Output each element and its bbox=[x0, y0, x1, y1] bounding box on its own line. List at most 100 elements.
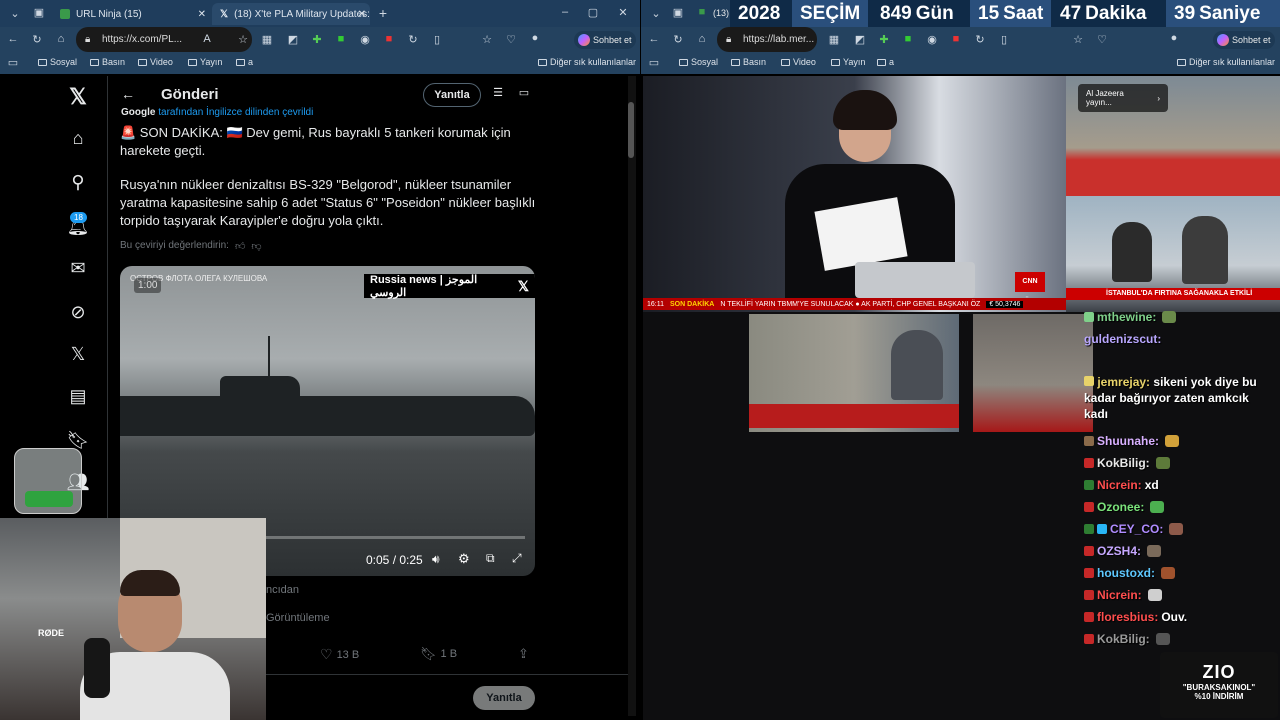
extension-icon-6[interactable]: ■ bbox=[382, 33, 396, 45]
extension-icon-1[interactable]: ▦ bbox=[827, 33, 841, 46]
close-window-icon[interactable]: ✕ bbox=[616, 6, 630, 19]
like-button[interactable]: ♡ 13 B bbox=[320, 646, 359, 663]
bookmark-basin[interactable]: Basın bbox=[731, 57, 766, 67]
reply-button-top[interactable]: Yanıtla bbox=[423, 83, 481, 107]
grok-icon[interactable]: ⊘ bbox=[66, 302, 90, 323]
aljazeera-overlay[interactable]: Al Jazeera yayın... › bbox=[1078, 84, 1168, 112]
cnn-stream[interactable]: CNN TÜRK 16:11 SON DAKİKA N TEKLİFİ YARI… bbox=[643, 76, 1066, 312]
home-icon[interactable]: ⌂ bbox=[695, 33, 709, 45]
tab-favicon-icon bbox=[60, 9, 70, 19]
translated-from[interactable]: tarafından İngilizce dilinden çevrildi bbox=[158, 107, 313, 118]
refresh-icon[interactable]: ↻ bbox=[30, 33, 44, 46]
address-bar[interactable]: 🔒︎ https://lab.mer... bbox=[717, 27, 817, 52]
reader-icon[interactable]: ▭ bbox=[517, 86, 531, 99]
side-news-stream[interactable]: İSTANBUL'DA FIRTINA SAĞANAKLA ETKİLİ bbox=[1066, 196, 1280, 312]
extension-icon-2[interactable]: ◩ bbox=[853, 33, 867, 46]
refresh-ext-icon[interactable]: ↻ bbox=[973, 33, 987, 46]
share-icon[interactable]: ⇪ bbox=[518, 646, 529, 662]
back-icon[interactable]: ← bbox=[6, 33, 20, 45]
bookmark-a[interactable]: a bbox=[236, 57, 253, 67]
messages-icon[interactable]: ✉ bbox=[66, 258, 90, 279]
extension-icon-3[interactable]: ✚ bbox=[310, 33, 324, 46]
minimize-icon[interactable]: – bbox=[558, 6, 572, 18]
back-arrow-icon[interactable]: ← bbox=[121, 86, 135, 102]
page-scrollbar[interactable] bbox=[628, 76, 636, 716]
bookmark-toggle-icon[interactable]: ▭ bbox=[647, 56, 661, 69]
pip-icon[interactable]: ⧉ bbox=[486, 551, 495, 566]
emote-icon bbox=[1162, 311, 1177, 323]
chat-message: mthewine: bbox=[1084, 310, 1177, 324]
bookmark-icon: 🔖︎ bbox=[420, 646, 437, 661]
bookmark-yayin[interactable]: Yayın bbox=[831, 57, 865, 67]
back-icon[interactable]: ← bbox=[647, 33, 661, 45]
lists-icon[interactable]: ▤ bbox=[66, 386, 90, 407]
extension-icon-1[interactable]: ▦ bbox=[260, 33, 274, 46]
workspaces-icon[interactable]: ▣ bbox=[671, 6, 685, 19]
extension-icon-4[interactable]: ■ bbox=[334, 33, 348, 45]
arabic-news-stream[interactable] bbox=[749, 314, 959, 432]
settings-gear-icon[interactable]: ⚙ bbox=[458, 551, 470, 567]
maximize-icon[interactable]: ▢ bbox=[586, 6, 600, 19]
bookmark-other[interactable]: Diğer sık kullanılanlar bbox=[538, 57, 636, 67]
search-icon[interactable]: ⚲ bbox=[66, 172, 90, 193]
fullscreen-icon[interactable]: ⤢ bbox=[512, 551, 522, 566]
tab-url-ninja[interactable]: URL Ninja (15) ✕ bbox=[52, 3, 212, 25]
bookmark-video[interactable]: Video bbox=[781, 57, 816, 67]
refresh-ext-icon[interactable]: ↻ bbox=[406, 33, 420, 46]
extension-icon-2[interactable]: ◩ bbox=[286, 33, 300, 46]
bookmark-yayin[interactable]: Yayın bbox=[188, 57, 222, 67]
home-icon[interactable]: ⌂ bbox=[66, 128, 90, 149]
extension-icon-6[interactable]: ■ bbox=[949, 33, 963, 45]
bookmark-basin[interactable]: Basın bbox=[90, 57, 125, 67]
browser-menu-icon[interactable]: ⌄ bbox=[649, 7, 663, 20]
collections-icon[interactable]: ☆ bbox=[1071, 33, 1085, 46]
health-icon[interactable]: ♡ bbox=[1095, 33, 1109, 46]
collections-icon[interactable]: ☆ bbox=[480, 33, 494, 46]
address-bar[interactable]: 🔒︎ https://x.com/PL... bbox=[76, 27, 252, 52]
x-logo-icon[interactable]: 𝕏 bbox=[66, 84, 90, 110]
tab-close-icon[interactable]: ✕ bbox=[358, 9, 366, 20]
bookmark-a[interactable]: a bbox=[877, 57, 894, 67]
overlay-stream[interactable] bbox=[973, 314, 1093, 432]
countdown-seconds: 39 Saniye bbox=[1166, 0, 1280, 28]
bookmark-toggle-icon[interactable]: ▭ bbox=[6, 56, 20, 69]
tab-close-icon[interactable]: ✕ bbox=[198, 9, 206, 20]
extension-icon-5[interactable]: ◉ bbox=[358, 33, 372, 46]
notification-badge: 18 bbox=[70, 212, 87, 223]
profile-avatar-icon[interactable]: ● bbox=[528, 32, 542, 44]
premium-icon[interactable]: 𝕏 bbox=[66, 344, 90, 365]
bookmark-button[interactable]: 🔖︎ 1 B bbox=[420, 646, 457, 662]
bookmark-video[interactable]: Video bbox=[138, 57, 173, 67]
bookmark-other[interactable]: Diğer sık kullanılanlar bbox=[1177, 57, 1275, 67]
browser-menu-icon[interactable]: ⌄ bbox=[8, 7, 22, 20]
scrollbar-thumb[interactable] bbox=[628, 102, 634, 158]
copilot-chat-button[interactable]: Sohbet et bbox=[574, 31, 636, 49]
thumbs-down-icon[interactable]: 👎︎ bbox=[251, 240, 261, 252]
workspaces-icon[interactable]: ▣ bbox=[32, 6, 46, 19]
google-label: Google bbox=[121, 107, 156, 118]
extension-icon-3[interactable]: ✚ bbox=[877, 33, 891, 46]
profile-avatar-icon[interactable]: ● bbox=[1167, 32, 1181, 44]
copilot-chat-button[interactable]: Sohbet et bbox=[1213, 31, 1275, 49]
settings-sliders-icon[interactable]: ☰ bbox=[491, 86, 505, 99]
split-screen-icon[interactable]: ▯ bbox=[430, 33, 444, 46]
refresh-icon[interactable]: ↻ bbox=[671, 33, 685, 46]
favorite-star-icon[interactable]: ☆ bbox=[236, 33, 250, 46]
bookmark-label: Video bbox=[150, 57, 173, 67]
aljazeera-stream[interactable]: Al Jazeera yayın... › bbox=[1066, 76, 1280, 196]
read-aloud-icon[interactable]: A bbox=[200, 33, 214, 45]
split-screen-icon[interactable]: ▯ bbox=[997, 33, 1011, 46]
reply-submit-button[interactable]: Yanıtla bbox=[473, 686, 535, 710]
folder-icon bbox=[236, 58, 245, 66]
health-icon[interactable]: ♡ bbox=[504, 33, 518, 46]
volume-icon[interactable]: 🔊︎ bbox=[432, 552, 440, 567]
tab-x-post[interactable]: 𝕏 (18) X'te PLA Military Updates: " ✕ bbox=[212, 3, 370, 25]
bookmark-sosyal[interactable]: Sosyal bbox=[38, 57, 77, 67]
home-icon[interactable]: ⌂ bbox=[54, 33, 68, 45]
bookmark-sosyal[interactable]: Sosyal bbox=[679, 57, 718, 67]
extension-icon-4[interactable]: ■ bbox=[901, 33, 915, 45]
extension-icon-5[interactable]: ◉ bbox=[925, 33, 939, 46]
new-tab-icon[interactable]: + bbox=[376, 5, 390, 21]
ticker-market: € 50,3746 bbox=[986, 300, 1024, 308]
thumbs-up-icon[interactable]: 👍︎ bbox=[235, 240, 245, 252]
